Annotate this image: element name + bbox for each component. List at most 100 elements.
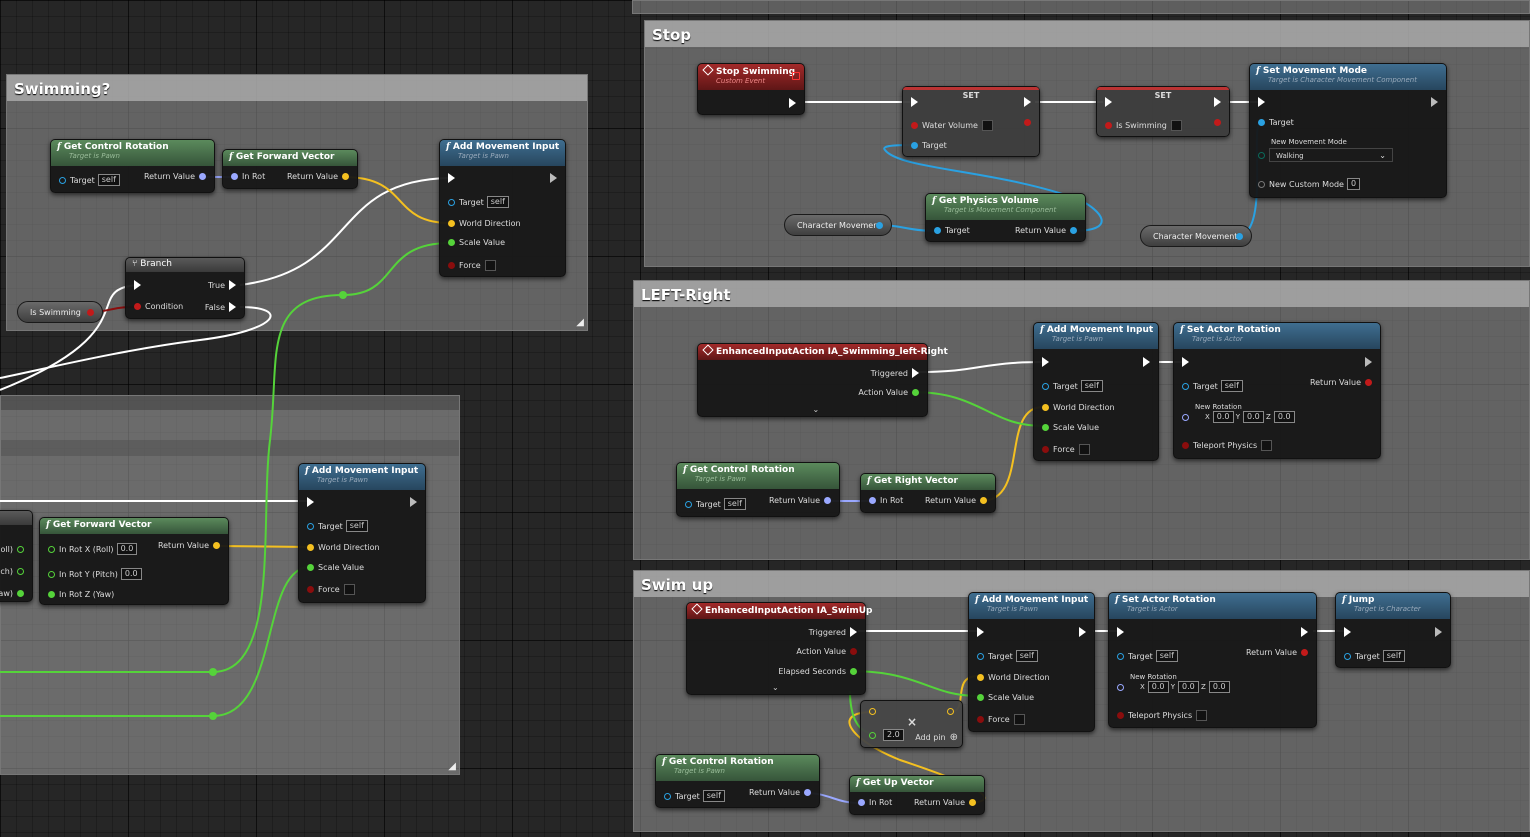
- jump-node[interactable]: f Jump Target is Character Target self: [1335, 592, 1451, 668]
- exec-out-pin[interactable]: [789, 98, 796, 108]
- bool-pin[interactable]: [850, 648, 857, 655]
- target-self-field[interactable]: self: [345, 520, 368, 532]
- exec-out-pin[interactable]: [1435, 627, 1442, 637]
- object-pin[interactable]: [1182, 382, 1189, 390]
- exec-out-pin[interactable]: [1431, 97, 1438, 107]
- rotation-y-field[interactable]: 0.0: [1178, 681, 1199, 693]
- set-actor-rotation-node[interactable]: f Set Actor Rotation Target is Actor Targe…: [1173, 322, 1381, 459]
- exec-in-pin[interactable]: [134, 280, 141, 290]
- exec-triggered-pin[interactable]: [850, 627, 857, 637]
- teleport-physics-checkbox[interactable]: [1261, 440, 1273, 451]
- target-self-field[interactable]: self: [97, 174, 120, 186]
- value-field[interactable]: [981, 120, 993, 131]
- movement-mode-dropdown[interactable]: Walking ⌄: [1269, 148, 1393, 162]
- bool-pin[interactable]: [448, 262, 455, 269]
- float-pin[interactable]: [48, 545, 55, 553]
- roll-field[interactable]: 0.0: [116, 543, 138, 555]
- pitch-field[interactable]: 0.0: [120, 568, 142, 580]
- comment-title[interactable]: LEFT-Right: [634, 281, 1529, 307]
- bool-pin[interactable]: [1042, 446, 1049, 453]
- is-swimming-variable[interactable]: Is Swimming: [17, 301, 103, 323]
- exec-in-pin[interactable]: [911, 97, 918, 107]
- exec-out-pin[interactable]: [410, 497, 417, 507]
- vector-pin[interactable]: [947, 708, 954, 715]
- add-movement-input-node[interactable]: f Add Movement Input Target is Pawn Target…: [439, 139, 566, 277]
- exec-in-pin[interactable]: [1042, 357, 1049, 367]
- bool-pin[interactable]: [1365, 379, 1372, 386]
- rotator-pin[interactable]: [199, 173, 206, 180]
- object-pin[interactable]: [876, 221, 883, 229]
- vector-pin[interactable]: [869, 708, 876, 715]
- rotator-pin[interactable]: [1117, 683, 1124, 691]
- exec-in-pin[interactable]: [1258, 97, 1265, 107]
- get-right-vector-node[interactable]: f Get Right Vector In Rot Return Value: [860, 473, 996, 513]
- object-pin[interactable]: [1344, 652, 1351, 660]
- stop-swimming-event-node[interactable]: Stop Swimming Custom Event: [697, 63, 805, 115]
- blueprint-graph-canvas[interactable]: ◢ Swimming? ◢ Stop LEFT-Right Swim up f …: [0, 0, 1530, 837]
- object-pin[interactable]: [911, 122, 918, 129]
- rotation-y-field[interactable]: 0.0: [1243, 411, 1264, 423]
- rotation-z-field[interactable]: 0.0: [1273, 411, 1295, 423]
- comment-title[interactable]: Swimming?: [7, 75, 587, 101]
- exec-in-pin[interactable]: [1182, 357, 1189, 367]
- float-pin[interactable]: [869, 731, 876, 739]
- vector-pin[interactable]: [342, 173, 349, 180]
- rotation-x-field[interactable]: 0.0: [1147, 681, 1169, 693]
- teleport-physics-checkbox[interactable]: [1196, 710, 1208, 721]
- get-control-rotation-node[interactable]: f Get Control Rotation Target is Pawn Targ…: [50, 139, 215, 193]
- float-pin[interactable]: [17, 568, 24, 575]
- exec-out-pin[interactable]: [550, 173, 557, 183]
- chevron-down-icon[interactable]: ⌄: [772, 683, 779, 692]
- object-pin[interactable]: [448, 198, 455, 206]
- object-pin[interactable]: [664, 792, 671, 800]
- comment-title[interactable]: Stop: [645, 21, 1529, 47]
- custom-mode-field[interactable]: 0: [1346, 178, 1361, 190]
- exec-in-pin[interactable]: [1105, 97, 1112, 107]
- vector-pin[interactable]: [1042, 404, 1049, 411]
- rotator-pin[interactable]: [231, 173, 238, 180]
- rotator-pin[interactable]: [1182, 413, 1189, 421]
- partial-node[interactable]: oll) ch) aw): [0, 510, 33, 602]
- get-control-rotation-node[interactable]: f Get Control Rotation Target is Pawn Targ…: [676, 462, 840, 517]
- set-actor-rotation-node[interactable]: f Set Actor Rotation Target is Actor Targe…: [1108, 592, 1317, 728]
- target-self-field[interactable]: self: [1220, 380, 1243, 392]
- comment-resize-grip[interactable]: ◢: [448, 761, 456, 772]
- float-pin[interactable]: [977, 694, 984, 701]
- rotation-x-field[interactable]: 0.0: [1212, 411, 1234, 423]
- float-pin[interactable]: [1042, 424, 1049, 431]
- vector-pin[interactable]: [980, 497, 987, 504]
- set-water-volume-node[interactable]: SET Water Volume Target: [902, 86, 1040, 157]
- set-movement-mode-node[interactable]: f Set Movement Mode Target is Character Mo…: [1249, 63, 1447, 198]
- target-self-field[interactable]: self: [723, 498, 746, 510]
- add-movement-input-node[interactable]: f Add Movement Input Target is Pawn Target…: [298, 463, 426, 603]
- comment-resize-grip[interactable]: ◢: [576, 317, 584, 328]
- target-self-field[interactable]: self: [1015, 650, 1038, 662]
- branch-node[interactable]: ⑂ Branch True Condition False: [125, 257, 245, 319]
- float-pin[interactable]: [850, 668, 857, 675]
- vector-pin[interactable]: [213, 542, 220, 549]
- exec-triggered-pin[interactable]: [912, 368, 919, 378]
- float-pin[interactable]: [17, 590, 24, 597]
- comment-box-top-partial[interactable]: [632, 0, 1530, 14]
- bool-pin[interactable]: [1117, 712, 1124, 719]
- enum-pin[interactable]: [1258, 151, 1265, 159]
- add-movement-input-node[interactable]: f Add Movement Input Target is Pawn Target…: [968, 592, 1095, 732]
- float-pin[interactable]: [48, 570, 55, 578]
- vector-pin[interactable]: [448, 220, 455, 227]
- target-self-field[interactable]: self: [1155, 650, 1178, 662]
- character-movement-variable[interactable]: Character Movement: [1140, 225, 1252, 247]
- bool-pin[interactable]: [307, 586, 314, 593]
- rotator-pin[interactable]: [804, 789, 811, 796]
- get-forward-vector-node[interactable]: f Get Forward Vector In Rot X (Roll) 0.0 I…: [39, 517, 229, 605]
- exec-false-pin[interactable]: [229, 302, 236, 312]
- character-movement-variable[interactable]: Character Movement: [784, 214, 892, 236]
- exec-in-pin[interactable]: [1117, 627, 1124, 637]
- object-pin[interactable]: [1236, 232, 1243, 240]
- is-swimming-checkbox[interactable]: [1170, 120, 1182, 131]
- vector-pin[interactable]: [307, 544, 314, 551]
- multiply-node[interactable]: × 2.0 Add pin ⊕: [860, 700, 963, 748]
- object-pin[interactable]: [934, 227, 941, 234]
- bool-pin[interactable]: [1182, 442, 1189, 449]
- object-pin[interactable]: [1258, 119, 1265, 126]
- delegate-pin[interactable]: [792, 72, 800, 80]
